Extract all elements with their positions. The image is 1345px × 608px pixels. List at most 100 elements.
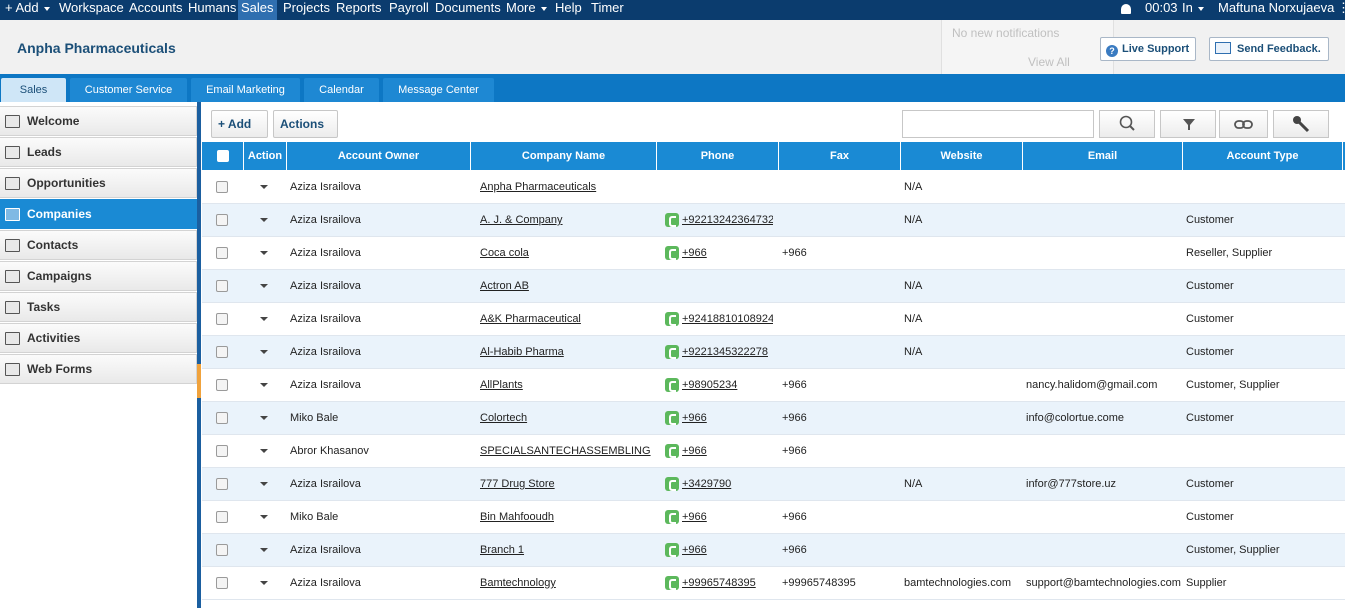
row-action-dropdown[interactable]: [260, 435, 272, 468]
company-name-link[interactable]: Branch 1: [480, 534, 652, 567]
column-header-website[interactable]: Website: [901, 142, 1023, 170]
table-row[interactable]: Aziza Israilova A. J. & Company +922132423…: [202, 204, 1345, 237]
company-name-link[interactable]: Coca cola: [480, 237, 652, 270]
company-name-link[interactable]: A. J. & Company: [480, 204, 652, 237]
company-name-link[interactable]: A&K Pharmaceutical: [480, 303, 652, 336]
nav-workspace[interactable]: Workspace: [56, 0, 127, 20]
row-checkbox[interactable]: [216, 214, 228, 227]
table-row[interactable]: Aziza Israilova Actron AB N/A Customer: [202, 270, 1345, 303]
nav-timer[interactable]: Timer: [588, 0, 627, 20]
phone-icon[interactable]: [665, 510, 679, 525]
sidebar-item-contacts[interactable]: Contacts: [0, 230, 197, 260]
column-header-account-owner[interactable]: Account Owner: [287, 142, 471, 170]
column-header-fax[interactable]: Fax: [779, 142, 901, 170]
phone-link[interactable]: +966: [665, 435, 773, 468]
nav-projects[interactable]: Projects: [280, 0, 333, 20]
row-action-dropdown[interactable]: [260, 270, 272, 303]
row-action-dropdown[interactable]: [260, 534, 272, 567]
row-checkbox[interactable]: [216, 544, 228, 557]
table-row[interactable]: Aziza Israilova Coca cola +966 +966 Reseller…: [202, 237, 1345, 270]
row-checkbox[interactable]: [216, 313, 228, 326]
phone-icon[interactable]: [665, 378, 679, 393]
row-checkbox[interactable]: [216, 181, 228, 194]
phone-icon[interactable]: [665, 345, 679, 360]
actions-button[interactable]: Actions: [273, 110, 338, 153]
sidebar-item-activities[interactable]: Activities: [0, 323, 197, 353]
sidebar-item-companies[interactable]: Companies: [0, 199, 197, 229]
row-checkbox[interactable]: [216, 577, 228, 590]
row-checkbox[interactable]: [216, 280, 228, 293]
phone-icon[interactable]: [665, 444, 679, 459]
row-checkbox[interactable]: [216, 412, 228, 425]
nav-sales[interactable]: Sales: [238, 0, 277, 20]
tab-calendar[interactable]: Calendar: [304, 78, 379, 102]
tab-message-center[interactable]: Message Center: [383, 78, 494, 102]
user-menu[interactable]: Maftuna Norxujaeva: [1215, 0, 1337, 20]
row-checkbox[interactable]: [216, 511, 228, 524]
status-toggle[interactable]: In: [1179, 0, 1207, 20]
company-name-link[interactable]: Bin Mahfooudh: [480, 501, 652, 534]
nav-reports[interactable]: Reports: [333, 0, 385, 20]
company-name-link[interactable]: Actron AB: [480, 270, 652, 303]
bell-icon[interactable]: [1118, 0, 1134, 20]
row-action-dropdown[interactable]: [260, 402, 272, 435]
nav-documents[interactable]: Documents: [432, 0, 504, 20]
row-action-dropdown[interactable]: [260, 204, 272, 237]
row-action-dropdown[interactable]: [260, 369, 272, 402]
table-row[interactable]: Aziza Israilova AllPlants +98905234 +966 nan…: [202, 369, 1345, 402]
column-header-action[interactable]: Action: [244, 142, 287, 170]
row-action-dropdown[interactable]: [260, 501, 272, 534]
table-row[interactable]: Abror Khasanov SPECIALSANTECHASSEMBLING +9…: [202, 435, 1345, 468]
sidebar-item-campaigns[interactable]: Campaigns: [0, 261, 197, 291]
table-row[interactable]: Miko Bale Bin Mahfooudh +966 +966 Customer: [202, 501, 1345, 534]
row-checkbox[interactable]: [216, 379, 228, 392]
table-row[interactable]: Miko Bale Colortech +966 +966 info@colortue.…: [202, 402, 1345, 435]
phone-icon[interactable]: [665, 312, 679, 327]
settings-button[interactable]: [1273, 110, 1329, 138]
view-all-link[interactable]: View All: [1028, 55, 1070, 69]
row-action-dropdown[interactable]: [260, 468, 272, 501]
filter-button[interactable]: [1160, 110, 1216, 138]
send-feedback-button[interactable]: Send Feedback.: [1209, 37, 1329, 61]
phone-link[interactable]: +966: [665, 534, 773, 567]
sidebar-item-tasks[interactable]: Tasks: [0, 292, 197, 322]
phone-link[interactable]: +9221345322278: [665, 336, 773, 369]
row-checkbox[interactable]: [216, 445, 228, 458]
table-row[interactable]: Aziza Israilova Anpha Pharmaceuticals N/A: [202, 171, 1345, 204]
company-name-link[interactable]: Al-Habib Pharma: [480, 336, 652, 369]
nav-add[interactable]: + Add: [2, 0, 53, 20]
phone-link[interactable]: +3429790: [665, 468, 773, 501]
phone-link[interactable]: +92418810108924: [665, 303, 773, 336]
column-header-account-type[interactable]: Account Type: [1183, 142, 1343, 170]
company-name-link[interactable]: Anpha Pharmaceuticals: [480, 171, 652, 204]
company-name-link[interactable]: 777 Drug Store: [480, 468, 652, 501]
company-name-link[interactable]: AllPlants: [480, 369, 652, 402]
phone-link[interactable]: +966: [665, 501, 773, 534]
tab-email-marketing[interactable]: Email Marketing: [191, 78, 300, 102]
sidebar-item-leads[interactable]: Leads: [0, 137, 197, 167]
sidebar-item-opportunities[interactable]: Opportunities: [0, 168, 197, 198]
phone-link[interactable]: +99965748395: [665, 567, 773, 600]
row-action-dropdown[interactable]: [260, 237, 272, 270]
column-header-phone[interactable]: Phone: [657, 142, 779, 170]
nav-more[interactable]: More: [503, 0, 550, 20]
link-button[interactable]: [1219, 110, 1268, 138]
add-record-button[interactable]: + Add: [211, 110, 268, 153]
column-header-company-name[interactable]: Company Name: [471, 142, 657, 170]
phone-link[interactable]: +98905234: [665, 369, 773, 402]
collapse-handle[interactable]: [197, 364, 201, 398]
phone-icon[interactable]: [665, 576, 679, 591]
row-action-dropdown[interactable]: [260, 336, 272, 369]
row-action-dropdown[interactable]: [260, 171, 272, 204]
phone-icon[interactable]: [665, 213, 679, 228]
table-row[interactable]: Aziza Israilova 777 Drug Store +3429790 N/A…: [202, 468, 1345, 501]
sidebar-splitter[interactable]: [197, 102, 201, 608]
search-input[interactable]: [902, 110, 1094, 138]
phone-icon[interactable]: [665, 543, 679, 558]
phone-icon[interactable]: [665, 246, 679, 261]
table-row[interactable]: Aziza Israilova Bamtechnology +99965748395…: [202, 567, 1345, 600]
phone-link[interactable]: +966: [665, 237, 773, 270]
table-row[interactable]: Aziza Israilova Al-Habib Pharma +922134532…: [202, 336, 1345, 369]
apps-grid-icon[interactable]: ⋮: [1334, 0, 1345, 20]
company-name-link[interactable]: Bamtechnology: [480, 567, 652, 600]
